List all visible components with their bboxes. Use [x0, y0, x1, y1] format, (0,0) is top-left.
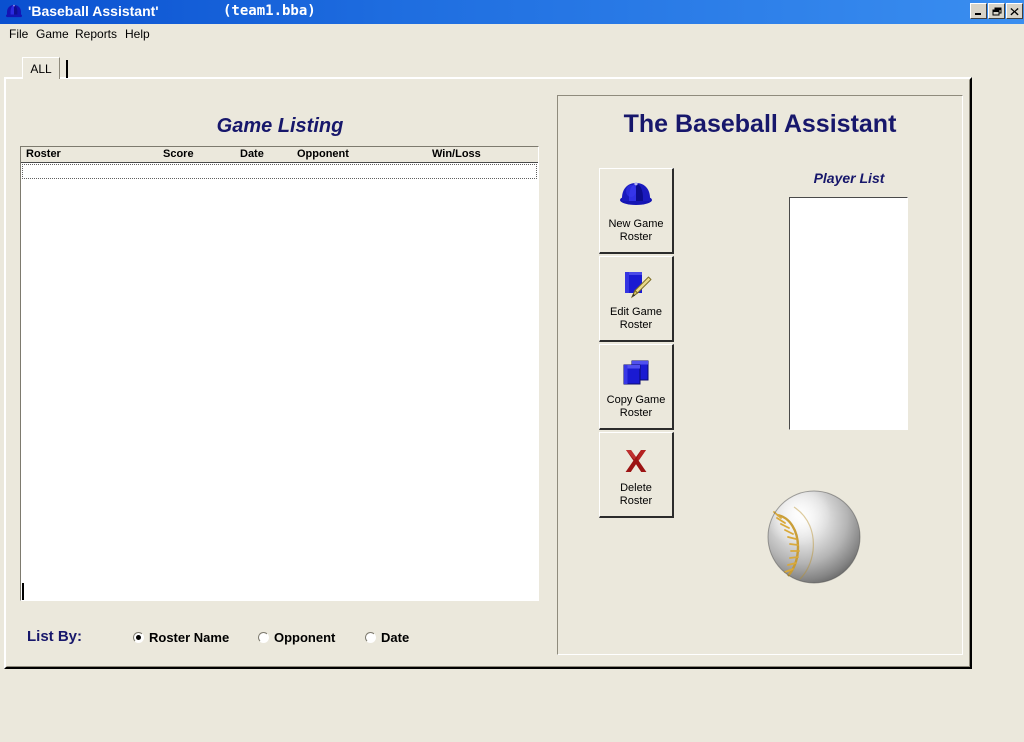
grid-caret [22, 583, 24, 600]
red-x-icon [621, 442, 651, 480]
window-filename: (team1.bba) [223, 3, 316, 19]
minimize-icon [975, 12, 981, 15]
radio-roster-name-dot [133, 632, 144, 643]
tab-caret [66, 60, 68, 78]
edit-game-roster-label: Edit Game Roster [610, 305, 662, 331]
page-pencil-icon [619, 266, 653, 304]
grid-focus-row[interactable] [22, 164, 537, 179]
radio-opponent-label: Opponent [274, 630, 336, 645]
restore-button[interactable] [988, 3, 1005, 19]
close-button[interactable] [1006, 3, 1023, 19]
close-icon [1010, 7, 1019, 15]
radio-date-label: Date [381, 630, 410, 645]
copy-pages-icon [620, 354, 652, 392]
copy-game-roster-button[interactable]: Copy Game Roster [599, 344, 674, 430]
new-game-roster-label: New Game Roster [608, 217, 664, 243]
tab-all[interactable]: ALL [22, 57, 60, 79]
game-listing-title: Game Listing [216, 115, 344, 137]
list-by-label: List By: [27, 628, 83, 645]
radio-roster-name-label: Roster Name [149, 630, 230, 645]
app-heading: The Baseball Assistant [623, 110, 897, 138]
copy-game-roster-label: Copy Game Roster [606, 393, 666, 419]
radio-opponent[interactable]: Opponent [258, 630, 335, 645]
menu-item-help[interactable]: Help [122, 27, 153, 41]
baseball-cap-icon [6, 4, 22, 18]
new-game-roster-button[interactable]: New Game Roster [599, 168, 674, 254]
window-titlebar: 'Baseball Assistant' (team1.bba) [0, 0, 1024, 24]
column-header-date[interactable]: Date [240, 148, 264, 160]
column-header-roster[interactable]: Roster [26, 148, 61, 160]
baseball-cap-icon [618, 178, 654, 216]
restore-icon [992, 7, 1001, 15]
delete-roster-button[interactable]: Delete Roster [599, 432, 674, 518]
window-title: 'Baseball Assistant' [28, 3, 159, 19]
player-list-title: Player List [813, 170, 885, 186]
radio-opponent-dot [258, 632, 269, 643]
player-list-box[interactable] [789, 197, 908, 430]
radio-roster-name[interactable]: Roster Name [133, 630, 229, 645]
menubar: File Game Reports Help [0, 24, 1024, 45]
column-header-score[interactable]: Score [163, 148, 194, 160]
menu-item-game[interactable]: Game [33, 27, 72, 41]
game-listing-grid[interactable]: Roster Score Date Opponent Win/Loss [20, 146, 539, 601]
radio-date[interactable]: Date [365, 630, 409, 645]
menu-item-file[interactable]: File [6, 27, 31, 41]
column-header-opponent[interactable]: Opponent [297, 148, 349, 160]
delete-roster-label: Delete Roster [619, 481, 653, 507]
menu-item-reports[interactable]: Reports [72, 27, 120, 41]
minimize-button[interactable] [970, 3, 987, 19]
game-listing-header-row: Roster Score Date Opponent Win/Loss [21, 147, 538, 163]
edit-game-roster-button[interactable]: Edit Game Roster [599, 256, 674, 342]
baseball-image [767, 490, 861, 584]
radio-date-dot [365, 632, 376, 643]
column-header-winloss[interactable]: Win/Loss [432, 148, 481, 160]
